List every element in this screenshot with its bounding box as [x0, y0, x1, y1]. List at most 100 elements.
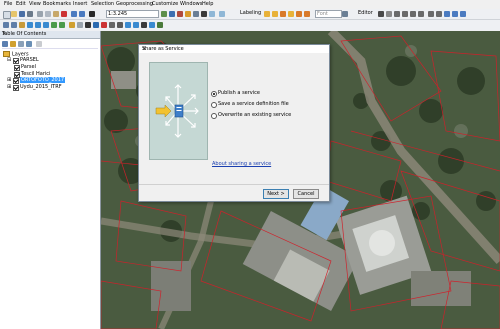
label-manager-icon[interactable]: [264, 11, 270, 17]
expand-icon[interactable]: ⊞: [7, 84, 11, 90]
about-sharing-link[interactable]: About sharing a service: [212, 161, 271, 167]
menu-file[interactable]: File: [4, 1, 12, 8]
edit-annotation-icon[interactable]: [386, 11, 392, 17]
save-definition-label: Save a service definition file: [218, 101, 289, 107]
expand-icon[interactable]: ⊞: [7, 77, 11, 83]
delete-icon[interactable]: [61, 11, 67, 17]
list-by-visibility-icon[interactable]: [18, 41, 24, 47]
zoom-out-icon[interactable]: [11, 22, 17, 28]
find-route-icon[interactable]: [133, 22, 139, 28]
paste-icon[interactable]: [53, 11, 59, 17]
list-by-selection-icon[interactable]: [26, 41, 32, 47]
toc-item-parsel-group[interactable]: ⊟ PARSEL: [7, 57, 39, 64]
publish-service-radio[interactable]: [211, 91, 217, 97]
expand-icon[interactable]: ⊟: [7, 57, 11, 63]
toc-item-ortofoto-2017[interactable]: ⊞ ORTOFOTO_2017: [7, 77, 66, 84]
menu-insert[interactable]: Insert: [73, 1, 87, 8]
menu-customize[interactable]: Customize: [152, 1, 178, 8]
pan-icon[interactable]: [19, 22, 25, 28]
open-folder-icon[interactable]: [11, 11, 17, 17]
catalog-icon[interactable]: [177, 11, 183, 17]
print-icon[interactable]: [27, 11, 33, 17]
end-point-arc-icon[interactable]: [402, 11, 408, 17]
close-icon[interactable]: ×: [2, 31, 98, 38]
trace-icon[interactable]: [410, 11, 416, 17]
save-definition-radio[interactable]: [211, 102, 217, 108]
fixed-zoom-out-icon[interactable]: [43, 22, 49, 28]
save-icon[interactable]: [19, 11, 25, 17]
menu-help[interactable]: Help: [202, 1, 213, 8]
fixed-zoom-in-icon[interactable]: [35, 22, 41, 28]
toc-item-uydu-2015-itrf[interactable]: ⊞ Uydu_2015_ITRF: [7, 84, 62, 91]
label-weight-icon[interactable]: [280, 11, 286, 17]
visibility-checkbox[interactable]: [13, 58, 19, 64]
point-icon[interactable]: [418, 11, 424, 17]
font-size-icon[interactable]: [342, 11, 348, 17]
help-icon[interactable]: [219, 11, 225, 17]
measure-icon[interactable]: [117, 22, 123, 28]
pause-labeling-icon[interactable]: [296, 11, 302, 17]
copy-icon[interactable]: [45, 11, 51, 17]
layer-label: ORTOFOTO_2017: [20, 77, 66, 83]
straight-segment-icon[interactable]: [394, 11, 400, 17]
visibility-checkbox[interactable]: [14, 65, 20, 71]
font-combo[interactable]: Font: [315, 10, 342, 18]
select-elements-icon[interactable]: [85, 22, 91, 28]
select-features-icon[interactable]: [69, 22, 75, 28]
toc-view-tabs: [2, 40, 98, 49]
menu-view[interactable]: View: [29, 1, 41, 8]
create-features-icon[interactable]: [460, 11, 466, 17]
cut-icon[interactable]: [37, 11, 43, 17]
go-forward-icon[interactable]: [59, 22, 65, 28]
html-popup-icon[interactable]: [109, 22, 115, 28]
menu-bookmarks[interactable]: Bookmarks: [43, 1, 71, 8]
create-viewer-window-icon[interactable]: [157, 22, 163, 28]
search-icon[interactable]: [185, 11, 191, 17]
full-extent-icon[interactable]: [27, 22, 33, 28]
split-tool-icon[interactable]: [428, 11, 434, 17]
list-by-drawing-order-icon[interactable]: [2, 41, 8, 47]
close-icon[interactable]: ×: [142, 46, 327, 52]
menu-windows[interactable]: Windows: [180, 1, 202, 8]
menu-geoprocessing[interactable]: Geoprocessing: [116, 1, 153, 8]
go-to-xy-icon[interactable]: [141, 22, 147, 28]
sketch-properties-icon[interactable]: [452, 11, 458, 17]
options-icon[interactable]: [36, 41, 42, 47]
overwrite-service-radio[interactable]: [211, 113, 217, 119]
python-icon[interactable]: [201, 11, 207, 17]
table-of-contents: Table Of Contents × Layers ⊟ PARSEL Pars…: [0, 31, 101, 329]
cancel-button[interactable]: Cancel: [293, 189, 319, 199]
visibility-checkbox[interactable]: [13, 85, 19, 91]
menu-selection[interactable]: Selection: [91, 1, 114, 8]
redo-icon[interactable]: [79, 11, 85, 17]
zoom-in-icon[interactable]: [3, 22, 9, 28]
go-back-icon[interactable]: [51, 22, 57, 28]
editor-menu[interactable]: Editor: [358, 10, 373, 17]
identify-icon[interactable]: [93, 22, 99, 28]
labeling-menu[interactable]: Labeling: [240, 10, 261, 17]
layer-label: Uydu_2015_ITRF: [20, 84, 62, 90]
modelbuilder-icon[interactable]: [209, 11, 215, 17]
edit-tool-icon[interactable]: [378, 11, 384, 17]
list-by-source-icon[interactable]: [10, 41, 16, 47]
clear-selection-icon[interactable]: [77, 22, 83, 28]
hyperlink-icon[interactable]: [101, 22, 107, 28]
standard-toolbar: 1:3.245 Labeling Font Editor: [0, 9, 500, 20]
toc-icon[interactable]: [169, 11, 175, 17]
label-priority-icon[interactable]: [272, 11, 278, 17]
undo-icon[interactable]: [71, 11, 77, 17]
visibility-checkbox[interactable]: [13, 78, 19, 84]
find-icon[interactable]: [125, 22, 131, 28]
editor-toolbar-icon[interactable]: [161, 11, 167, 17]
lock-labels-icon[interactable]: [288, 11, 294, 17]
time-slider-icon[interactable]: [149, 22, 155, 28]
rotate-tool-icon[interactable]: [436, 11, 442, 17]
attributes-icon[interactable]: [444, 11, 450, 17]
map-scale-combo[interactable]: 1:3.245: [106, 10, 159, 18]
add-data-icon[interactable]: [89, 11, 95, 17]
new-document-icon[interactable]: [3, 11, 11, 19]
next-button[interactable]: Next >: [263, 189, 289, 199]
arctoolbox-icon[interactable]: [193, 11, 199, 17]
view-unplaced-labels-icon[interactable]: [304, 11, 310, 17]
menu-edit[interactable]: Edit: [16, 1, 26, 8]
